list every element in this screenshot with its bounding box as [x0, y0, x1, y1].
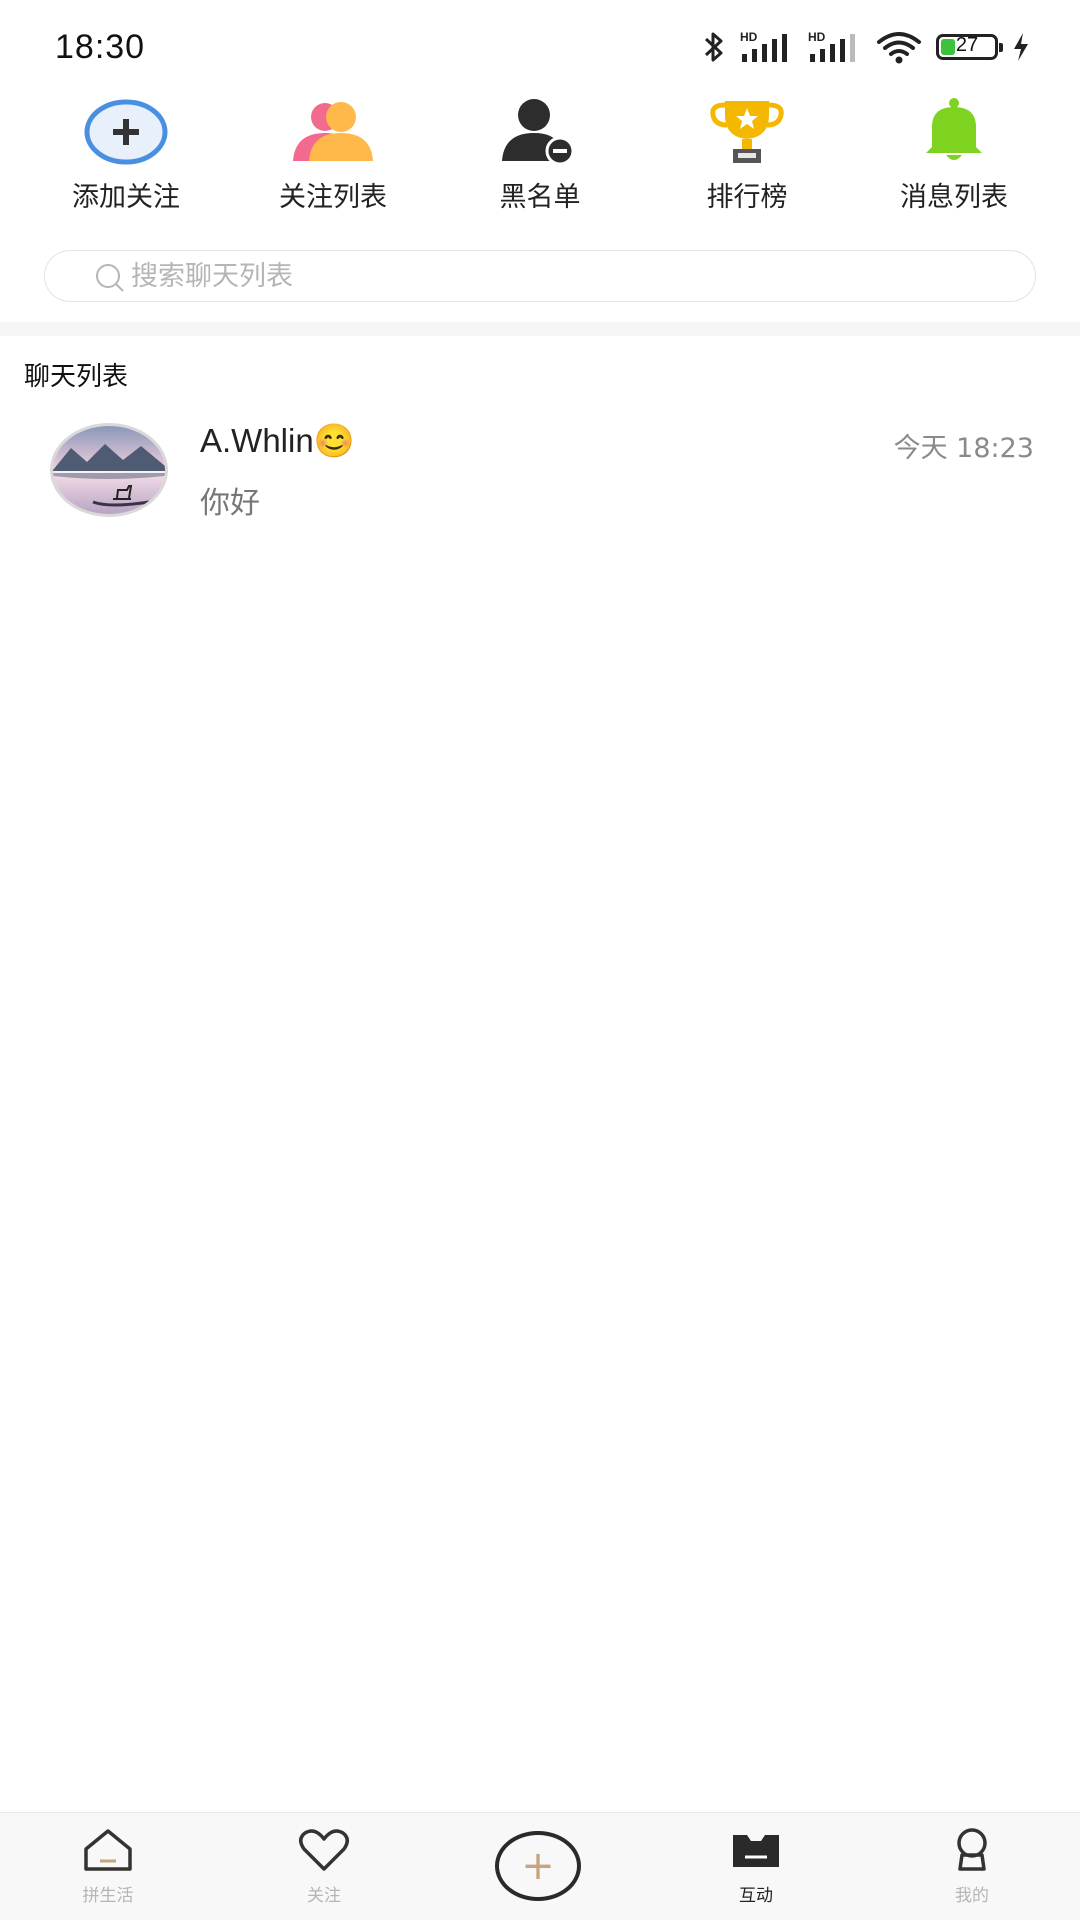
search-icon	[96, 264, 124, 292]
status-time: 18:30	[55, 28, 146, 66]
message-list-label: 消息列表	[900, 182, 1008, 213]
battery-icon: 27	[936, 34, 1003, 60]
nav-label-home: 拼生活	[82, 1886, 134, 1906]
add-follow-action[interactable]: 添加关注	[26, 95, 226, 214]
search-box[interactable]	[44, 250, 1036, 302]
add-follow-icon	[84, 99, 168, 165]
profile-icon	[957, 1828, 987, 1871]
blacklist-label: 黑名单	[499, 182, 581, 213]
publish-plus-button[interactable]: +	[495, 1831, 581, 1901]
bottom-nav: 拼生活 关注 + 互动 我的	[0, 1812, 1080, 1920]
leaderboard-action[interactable]: 排行榜	[647, 95, 847, 214]
svg-text:HD: HD	[740, 30, 758, 44]
nav-item-follow[interactable]: 关注	[254, 1827, 394, 1906]
bell-icon	[926, 98, 982, 160]
trophy-icon	[710, 101, 784, 163]
follow-list-action[interactable]: 关注列表	[233, 95, 433, 214]
nav-label-interaction: 互动	[739, 1886, 773, 1906]
nav-item-profile[interactable]: 我的	[902, 1827, 1042, 1906]
nav-item-home[interactable]: 拼生活	[38, 1827, 178, 1906]
home-icon	[84, 1829, 132, 1871]
blacklist-icon	[502, 99, 575, 166]
follow-list-icon	[293, 102, 373, 161]
nav-label-profile: 我的	[955, 1886, 989, 1906]
message-list-action[interactable]: 消息列表	[854, 95, 1054, 214]
avatar-landscape-image	[53, 426, 165, 514]
search-input[interactable]	[131, 257, 991, 295]
battery-cap	[999, 43, 1003, 52]
status-bar: 18:30 HD HD 27	[0, 0, 1080, 90]
nav-item-interaction[interactable]: 互动	[686, 1827, 826, 1906]
chat-list-item[interactable]: A.Whlin😊 今天 18:23 你好	[0, 410, 1080, 530]
follow-list-label: 关注列表	[279, 182, 387, 213]
signal-hd-icon: HD	[740, 30, 787, 62]
add-follow-label: 添加关注	[72, 182, 180, 213]
chat-preview: 你好	[200, 486, 260, 521]
status-icons: HD HD 27	[702, 30, 1030, 64]
quick-actions: 添加关注 关注列表 黑名单 排行榜 消息列表	[0, 95, 1080, 220]
bluetooth-icon	[704, 32, 723, 62]
battery-level: 27	[955, 34, 979, 56]
chat-list-title: 聊天列表	[24, 362, 129, 392]
leaderboard-label: 排行榜	[706, 182, 788, 213]
screen: 18:30 HD HD 27 添加关注 关注列表 黑名单 排行榜 消息列表 搜索…	[0, 0, 1080, 1920]
wifi-icon	[877, 32, 921, 64]
charging-icon	[1014, 33, 1028, 61]
nav-label-follow: 关注	[307, 1886, 341, 1906]
chat-contact-name: A.Whlin😊	[200, 422, 355, 459]
section-divider	[0, 322, 1080, 336]
blacklist-action[interactable]: 黑名单	[440, 95, 640, 214]
chat-box-icon	[733, 1835, 779, 1867]
svg-text:HD: HD	[808, 30, 826, 44]
heart-icon	[299, 1829, 349, 1871]
signal-hd-icon: HD	[808, 30, 855, 62]
chat-timestamp: 今天 18:23	[893, 433, 1034, 464]
avatar	[50, 423, 168, 517]
